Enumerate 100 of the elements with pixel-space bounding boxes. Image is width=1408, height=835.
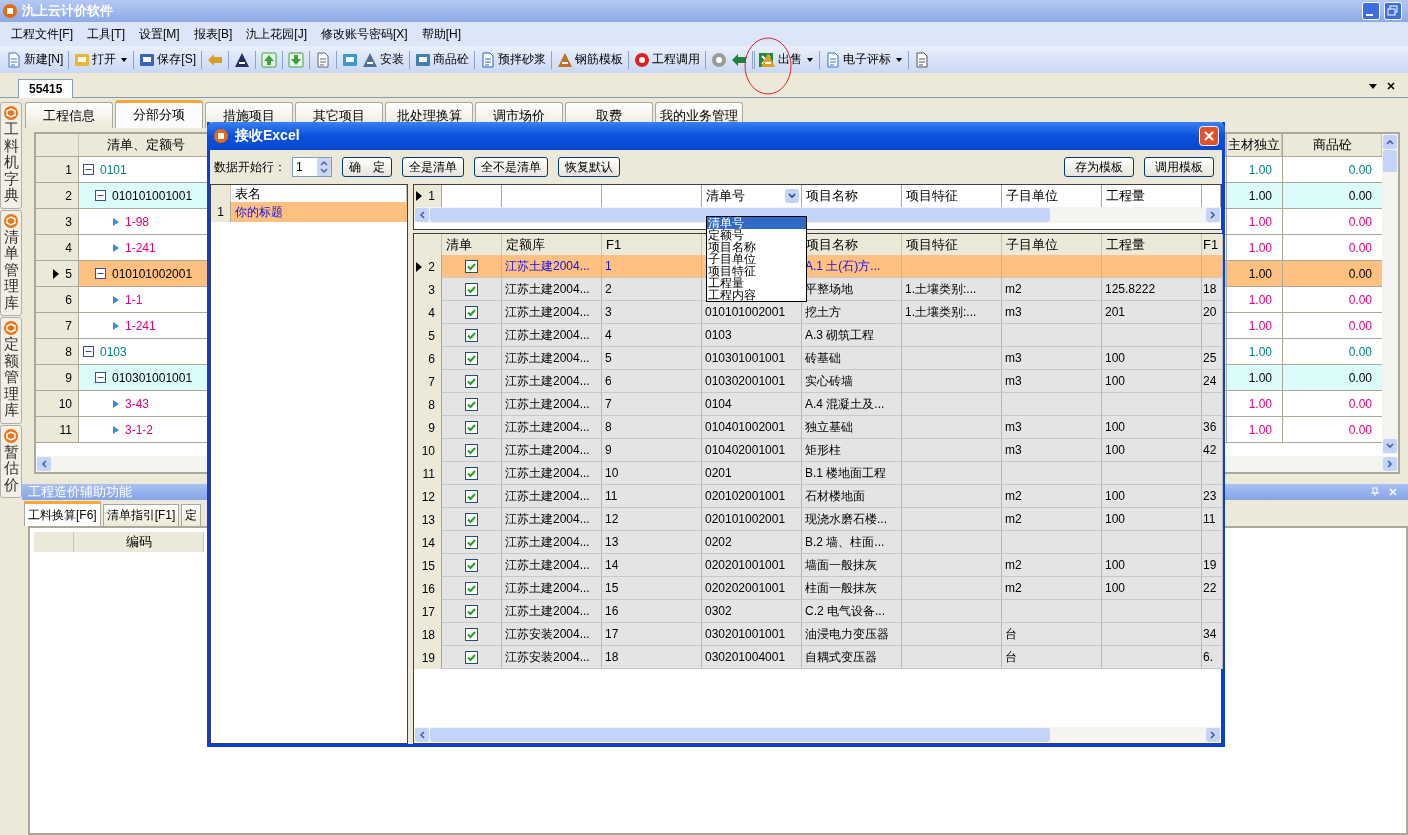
- sheet-row[interactable]: 1 你的标题: [211, 202, 407, 222]
- row-header[interactable]: 14: [414, 531, 442, 554]
- menu-item[interactable]: 修改账号密码[X]: [316, 23, 413, 45]
- side-tab[interactable]: 工料机字典: [0, 102, 22, 209]
- checkbox[interactable]: [465, 466, 478, 480]
- checkbox[interactable]: [465, 489, 478, 503]
- spinner-icon[interactable]: [317, 158, 331, 176]
- toolbar-button[interactable]: 保存[S]: [137, 50, 198, 69]
- menu-item[interactable]: 工程文件[F]: [6, 23, 78, 45]
- document-tab[interactable]: 55415: [18, 79, 74, 98]
- scroll-right-button[interactable]: [1383, 457, 1397, 471]
- side-tab[interactable]: 暂估价: [0, 424, 22, 498]
- toolbar-button[interactable]: 预拌砂浆: [478, 50, 548, 69]
- menu-item[interactable]: 设置[M]: [134, 23, 185, 45]
- row-header[interactable]: 15: [414, 554, 442, 577]
- row-header[interactable]: 4: [414, 301, 442, 324]
- scroll-up-button[interactable]: [1383, 135, 1397, 149]
- tab[interactable]: 工料换算[F6]: [24, 501, 101, 526]
- down-arrow-icon[interactable]: [288, 51, 304, 68]
- row-header[interactable]: 7: [414, 370, 442, 393]
- row-header[interactable]: 11: [414, 462, 442, 485]
- row-header[interactable]: 13: [414, 508, 442, 531]
- toolbar-button[interactable]: 电子评标: [823, 50, 905, 69]
- scroll-right-button[interactable]: [1206, 728, 1220, 742]
- collapse-icon[interactable]: [95, 372, 106, 383]
- row-number: 3: [65, 214, 72, 229]
- row-header[interactable]: 12: [414, 485, 442, 508]
- checkbox[interactable]: [465, 558, 478, 572]
- scroll-thumb[interactable]: [430, 728, 1050, 742]
- row-header[interactable]: 6: [414, 347, 442, 370]
- checkbox[interactable]: [465, 604, 478, 618]
- collapse-icon[interactable]: [83, 164, 94, 175]
- checkbox[interactable]: [465, 627, 478, 641]
- collapse-icon[interactable]: [95, 190, 106, 201]
- row-header[interactable]: 10: [414, 439, 442, 462]
- row-header[interactable]: 2: [414, 255, 442, 278]
- checkbox[interactable]: [465, 420, 478, 434]
- scroll-down-button[interactable]: [1383, 439, 1397, 453]
- row-header[interactable]: 5: [414, 324, 442, 347]
- toolbar-button[interactable]: 安装: [360, 50, 406, 69]
- checkbox[interactable]: [465, 374, 478, 388]
- dialog-button[interactable]: 全不是清单: [474, 157, 548, 177]
- scroll-left-button[interactable]: [415, 728, 429, 742]
- toolbar-button[interactable]: 打开: [72, 50, 131, 69]
- toolbar-button[interactable]: 出售: [758, 50, 816, 69]
- checkbox[interactable]: [465, 328, 478, 342]
- checkbox[interactable]: [465, 581, 478, 595]
- vertical-scrollbar[interactable]: [1382, 134, 1398, 454]
- checkbox[interactable]: [465, 650, 478, 664]
- tab[interactable]: 定: [181, 504, 202, 526]
- tab[interactable]: 清单指引[F1]: [102, 504, 180, 526]
- row-header[interactable]: 17: [414, 600, 442, 623]
- tab[interactable]: 工程信息: [25, 102, 113, 128]
- collapse-icon[interactable]: [83, 346, 94, 357]
- menu-item[interactable]: 氿上花园[J]: [241, 23, 312, 45]
- dialog-button[interactable]: 恢复默认: [558, 157, 620, 177]
- checkbox[interactable]: [465, 535, 478, 549]
- scroll-right-button[interactable]: [1206, 208, 1220, 222]
- checkbox[interactable]: [465, 443, 478, 457]
- checkbox[interactable]: [465, 305, 478, 319]
- menu-item[interactable]: 帮助[H]: [416, 23, 467, 45]
- menu-item[interactable]: 工具[T]: [82, 23, 130, 45]
- tab[interactable]: 分部分项: [115, 100, 203, 128]
- checkbox[interactable]: [465, 397, 478, 411]
- dialog-button[interactable]: 全是清单: [402, 157, 464, 177]
- horizontal-scrollbar[interactable]: [414, 727, 1221, 743]
- scroll-left-button[interactable]: [415, 208, 429, 222]
- row-header[interactable]: 19: [414, 646, 442, 669]
- row-header[interactable]: 18: [414, 623, 442, 646]
- toolbar-button[interactable]: 工程调用: [632, 50, 702, 69]
- toolbar-button[interactable]: 商品砼: [413, 50, 471, 69]
- side-tab[interactable]: 清单管理库: [0, 209, 22, 316]
- checkbox[interactable]: [465, 259, 478, 273]
- close-button[interactable]: [1199, 126, 1219, 146]
- up-arrow-icon[interactable]: [261, 51, 277, 68]
- toolbar-button[interactable]: 钢筋模板: [555, 50, 625, 69]
- close-icon[interactable]: [1386, 81, 1396, 91]
- dialog-button[interactable]: 确 定: [342, 157, 392, 177]
- dropdown-option[interactable]: 清单号: [707, 217, 806, 229]
- checkbox[interactable]: [465, 282, 478, 296]
- dialog-button[interactable]: 调用模板: [1144, 157, 1214, 177]
- checkbox[interactable]: [465, 512, 478, 526]
- row-header[interactable]: 3: [414, 278, 442, 301]
- start-row-field[interactable]: 1: [292, 157, 332, 177]
- scroll-thumb[interactable]: [1383, 150, 1397, 172]
- scroll-left-button[interactable]: [37, 457, 51, 471]
- toolbar-button[interactable]: 新建[N]: [4, 50, 66, 69]
- checkbox[interactable]: [465, 351, 478, 365]
- restore-button[interactable]: [1384, 2, 1402, 20]
- dialog-button[interactable]: 存为模板: [1064, 157, 1134, 177]
- table-cell: 0201: [702, 462, 802, 485]
- row-header[interactable]: 9: [414, 416, 442, 439]
- collapse-icon[interactable]: [95, 268, 106, 279]
- table-cell: m3: [1002, 416, 1102, 439]
- row-header[interactable]: 8: [414, 393, 442, 416]
- row-header[interactable]: 16: [414, 577, 442, 600]
- side-tab[interactable]: 定额管理库: [0, 317, 22, 424]
- minimize-button[interactable]: [1362, 2, 1380, 20]
- dropdown-icon[interactable]: [1368, 81, 1378, 91]
- menu-item[interactable]: 报表[B]: [188, 23, 238, 45]
